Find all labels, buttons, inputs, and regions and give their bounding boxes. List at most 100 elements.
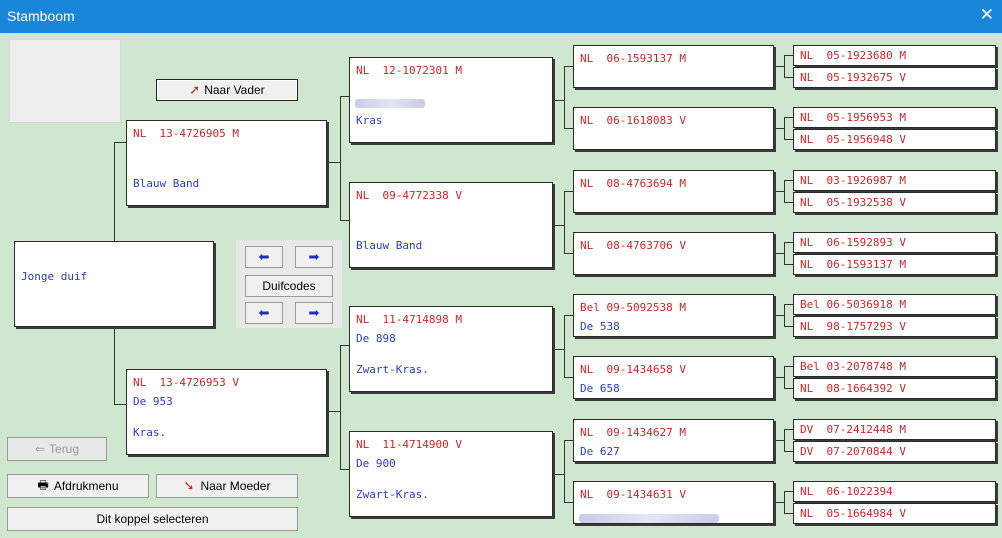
ancestor-box-3[interactable]: NL 05-1956953 M (793, 107, 996, 128)
tree-connector (784, 117, 785, 139)
ancestor-box-8[interactable]: NL 06-1593137 M (793, 254, 996, 275)
naar-vader-button[interactable]: ➚ Naar Vader (156, 79, 298, 101)
pedigree-panel: ➚ Naar Vader Jonge duif ⬅ ➡ Duifcodes ⬅ … (7, 35, 1000, 536)
tree-connector (784, 304, 785, 326)
duifcodes-button[interactable]: Duifcodes (245, 275, 333, 297)
great-grandparent-box-4-ring: NL 08-4763706 V (580, 239, 686, 252)
back-arrow-icon: ⇐ (34, 442, 46, 456)
tree-connector (784, 202, 793, 203)
ancestor-box-2[interactable]: NL 05-1932675 V (793, 67, 996, 88)
root-name: Jonge duif (21, 270, 88, 283)
tree-connector (784, 304, 793, 305)
ancestor-box-11[interactable]: Bel 03-2078748 M (793, 356, 996, 377)
ancestor-box-8-ring: NL 06-1593137 M (800, 258, 906, 271)
grandparent-box-2[interactable]: NL 09-4772338 V Blauw Band (349, 182, 553, 268)
ancestor-box-7[interactable]: NL 06-1592893 V (793, 232, 996, 253)
ancestor-box-13-ring: DV 07-2412448 M (800, 423, 906, 436)
tree-connector (564, 191, 565, 253)
printer-icon: 🖶 (37, 477, 49, 492)
ancestor-box-1-ring: NL 05-1923680 M (800, 49, 906, 62)
ancestor-box-6-ring: NL 05-1932538 V (800, 196, 906, 209)
grandparent-box-3-name: Zwart-Kras. (356, 363, 429, 376)
tree-connector (784, 180, 793, 181)
root-pigeon-box[interactable]: Jonge duif (14, 241, 214, 327)
tree-connector (784, 55, 793, 56)
tree-connector (784, 388, 793, 389)
great-grandparent-box-4[interactable]: NL 08-4763706 V (573, 232, 774, 275)
great-grandparent-box-6-note: De 658 (580, 382, 620, 395)
grandparent-box-3-note: De 898 (356, 332, 396, 345)
great-grandparent-box-6-ring: NL 09-1434658 V (580, 363, 686, 376)
right-arrow-button-top[interactable]: ➡ (295, 246, 333, 268)
tree-connector (553, 225, 564, 226)
tree-connector (553, 474, 564, 475)
great-grandparent-box-7[interactable]: NL 09-1434627 M De 627 (573, 419, 774, 462)
tree-connector (784, 139, 793, 140)
great-grandparent-box-2-ring: NL 06-1618083 V (580, 114, 686, 127)
ancestor-box-13[interactable]: DV 07-2412448 M (793, 419, 996, 440)
duifcodes-label: Duifcodes (262, 279, 316, 293)
great-grandparent-box-2[interactable]: NL 06-1618083 V (573, 107, 774, 150)
navigation-panel: ⬅ ➡ Duifcodes ⬅ ➡ (236, 240, 342, 328)
tree-connector (114, 404, 126, 405)
grandparent-box-4[interactable]: NL 11-4714900 V De 900 Zwart-Kras. (349, 431, 553, 517)
tree-connector (784, 429, 785, 451)
tree-connector (784, 180, 785, 202)
sire-dam-box-1[interactable]: NL 13-4726905 M Blauw Band (126, 120, 327, 206)
ancestor-box-16[interactable]: NL 05-1664984 V (793, 503, 996, 524)
great-grandparent-box-5[interactable]: Bel 09-5092538 M De 538 (573, 294, 774, 337)
afdrukmenu-button[interactable]: 🖶 Afdrukmenu (7, 474, 149, 498)
sire-dam-box-2[interactable]: NL 13-4726953 V De 953 Kras. (126, 369, 327, 455)
dit-koppel-label: Dit koppel selecteren (96, 512, 209, 526)
great-grandparent-box-1[interactable]: NL 06-1593137 M (573, 45, 774, 88)
right-arrow-button-bottom[interactable]: ➡ (295, 302, 333, 324)
ancestor-box-12[interactable]: NL 08-1664392 V (793, 378, 996, 399)
left-arrow-icon: ⬅ (258, 305, 270, 321)
left-arrow-button-bottom[interactable]: ⬅ (245, 302, 283, 324)
grandparent-box-1-name: Kras (356, 114, 383, 127)
close-icon[interactable]: ✕ (980, 5, 994, 25)
ancestor-box-15[interactable]: NL 06-1022394 (793, 481, 996, 502)
ancestor-box-15-ring: NL 06-1022394 (800, 485, 893, 498)
tree-connector (564, 66, 573, 67)
dit-koppel-selecteren-button[interactable]: Dit koppel selecteren (7, 507, 298, 531)
tree-connector (784, 429, 793, 430)
tree-connector (553, 349, 564, 350)
great-grandparent-box-3[interactable]: NL 08-4763694 M (573, 170, 774, 213)
left-arrow-button-top[interactable]: ⬅ (245, 246, 283, 268)
title-bar[interactable]: Stamboom ✕ (0, 0, 1002, 33)
ancestor-box-3-ring: NL 05-1956953 M (800, 111, 906, 124)
ancestor-box-10[interactable]: NL 98-1757293 V (793, 316, 996, 337)
tree-connector (564, 315, 565, 377)
tree-connector (784, 366, 785, 388)
ancestor-box-1[interactable]: NL 05-1923680 M (793, 45, 996, 66)
window-title: Stamboom (7, 8, 75, 24)
ancestor-box-4[interactable]: NL 05-1956948 V (793, 129, 996, 150)
pigeon-photo-placeholder (9, 39, 121, 123)
naar-moeder-button[interactable]: ➘ Naar Moeder (156, 474, 298, 498)
tree-connector (774, 502, 784, 503)
great-grandparent-box-6[interactable]: NL 09-1434658 V De 658 (573, 356, 774, 399)
grandparent-box-4-name: Zwart-Kras. (356, 488, 429, 501)
grandparent-box-3[interactable]: NL 11-4714898 M De 898 Zwart-Kras. (349, 306, 553, 392)
ancestor-box-6[interactable]: NL 05-1932538 V (793, 192, 996, 213)
tree-connector (327, 411, 340, 412)
stamboom-window: Stamboom ✕ ➚ Naar Vader Jonge duif ⬅ ➡ D… (0, 0, 1002, 538)
tree-connector (564, 502, 573, 503)
tree-connector (784, 117, 793, 118)
tree-connector (774, 191, 784, 192)
great-grandparent-box-8-ring: NL 09-1434631 V (580, 488, 686, 501)
tree-connector (774, 440, 784, 441)
tree-connector (784, 242, 793, 243)
red-arrow-down-right-icon: ➘ (183, 478, 195, 494)
terug-button[interactable]: ⇐ Terug (7, 437, 107, 461)
ancestor-box-9-ring: Bel 06-5036918 M (800, 298, 906, 311)
tree-connector (774, 128, 784, 129)
ancestor-box-9[interactable]: Bel 06-5036918 M (793, 294, 996, 315)
tree-connector (340, 345, 349, 346)
ancestor-box-5[interactable]: NL 03-1926987 M (793, 170, 996, 191)
tree-connector (774, 377, 784, 378)
ancestor-box-14[interactable]: DV 07-2070844 V (793, 441, 996, 462)
ancestor-box-7-ring: NL 06-1592893 V (800, 236, 906, 249)
tree-connector (784, 491, 785, 513)
